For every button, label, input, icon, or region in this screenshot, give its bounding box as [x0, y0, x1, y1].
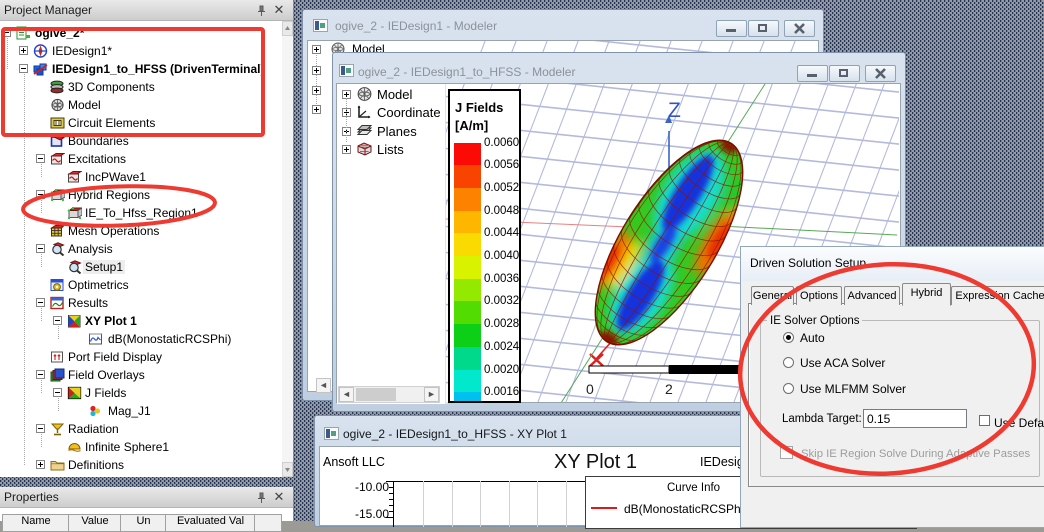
- svg-text:2: 2: [665, 381, 673, 397]
- svg-text:0: 0: [586, 381, 594, 397]
- svg-text:Z: Z: [668, 99, 681, 122]
